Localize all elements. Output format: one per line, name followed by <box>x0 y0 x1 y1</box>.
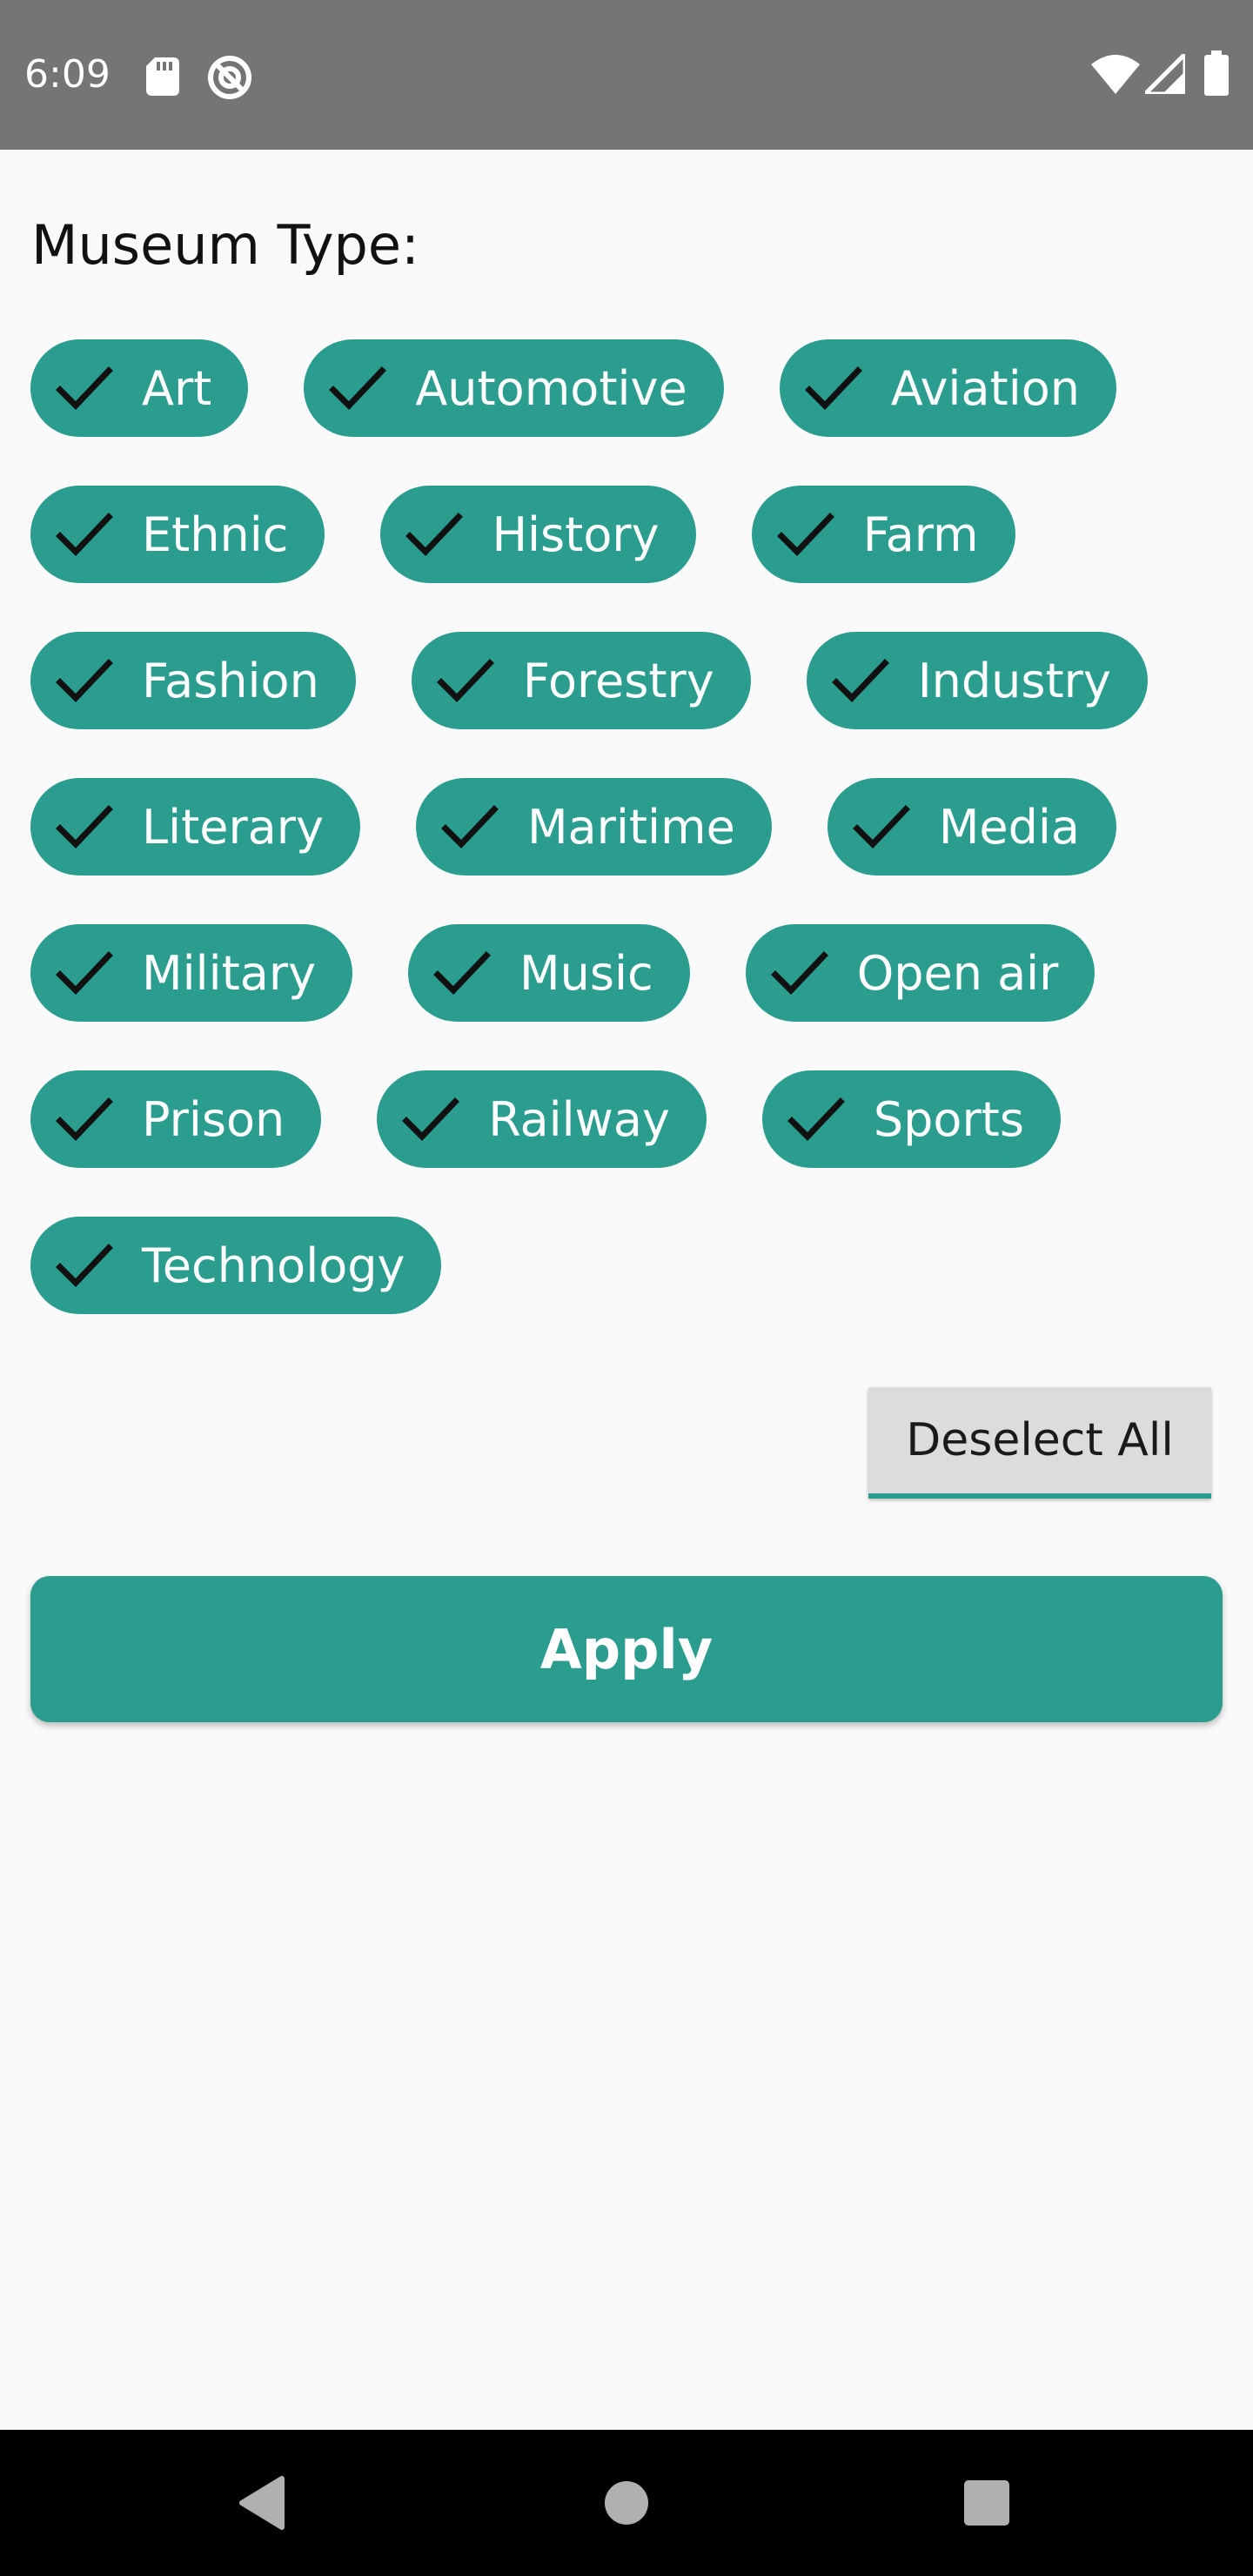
cellular-signal-icon <box>1145 54 1185 94</box>
chip-row: Ethnic History Farm <box>30 486 1015 583</box>
museum-type-chip[interactable]: History <box>380 486 696 583</box>
chip-label: History <box>492 506 660 562</box>
checkmark-icon <box>56 1244 113 1288</box>
museum-type-title: Museum Type: <box>31 213 419 277</box>
checkmark-icon <box>56 1097 113 1142</box>
checkmark-icon <box>56 659 113 703</box>
chip-label: Open air <box>856 945 1059 1001</box>
chip-label: Media <box>938 799 1081 855</box>
museum-type-chip[interactable]: Technology <box>30 1217 442 1314</box>
chip-label: Industry <box>917 653 1111 708</box>
museum-type-chip[interactable]: Industry <box>806 632 1148 729</box>
chip-label: Art <box>142 360 212 416</box>
chip-row: Art Automotive Aviation <box>30 339 1116 437</box>
checkmark-icon <box>776 513 834 557</box>
wifi-icon <box>1091 55 1140 94</box>
museum-type-chip[interactable]: Maritime <box>415 778 772 875</box>
chip-label: Farm <box>862 506 979 562</box>
back-icon[interactable] <box>237 2475 285 2531</box>
chip-label: Sports <box>873 1091 1024 1147</box>
chip-row: Prison Railway Sports <box>30 1070 1061 1168</box>
recents-icon[interactable] <box>964 2480 1009 2526</box>
chip-row: Military Music Open air <box>30 924 1096 1022</box>
museum-type-chip[interactable]: Ethnic <box>30 486 325 583</box>
museum-type-chip[interactable]: Aviation <box>779 339 1116 437</box>
status-time: 6:09 <box>24 52 111 97</box>
status-bar: 6:09 <box>0 0 1253 150</box>
chip-label: Literary <box>142 799 324 855</box>
museum-type-chip[interactable]: Forestry <box>411 632 751 729</box>
chip-row: Technology <box>30 1217 442 1314</box>
museum-type-chip[interactable]: Farm <box>751 486 1015 583</box>
checkmark-icon <box>787 1097 845 1142</box>
chip-label: Fashion <box>142 653 319 708</box>
museum-type-chip[interactable]: Fashion <box>30 632 356 729</box>
battery-icon <box>1204 50 1229 96</box>
checkmark-icon <box>831 659 889 703</box>
museum-type-chip[interactable]: Railway <box>377 1070 707 1168</box>
checkmark-icon <box>405 513 464 557</box>
filter-screen: Museum Type: Art Automotive Aviation Ethnic… <box>0 150 1253 2430</box>
home-icon[interactable] <box>604 2480 649 2526</box>
chip-label: Technology <box>142 1238 405 1293</box>
museum-type-chip[interactable]: Literary <box>30 778 360 875</box>
checkmark-icon <box>56 513 113 557</box>
checkmark-icon <box>329 366 387 411</box>
checkmark-icon <box>770 951 828 996</box>
checkmark-icon <box>804 366 862 411</box>
checkmark-icon <box>433 951 491 996</box>
checkmark-icon <box>56 366 113 411</box>
checkmark-icon <box>440 805 499 849</box>
museum-type-chip[interactable]: Sports <box>761 1070 1061 1168</box>
navigation-bar <box>0 2430 1253 2576</box>
checkmark-icon <box>436 659 494 703</box>
museum-type-chip[interactable]: Military <box>30 924 353 1022</box>
chip-label: Music <box>519 945 653 1001</box>
chip-row: Fashion Forestry Industry <box>30 632 1148 729</box>
do-not-disturb-icon <box>208 56 251 99</box>
chip-row: Literary Maritime Media <box>30 778 1117 875</box>
chip-label: Prison <box>142 1091 285 1147</box>
museum-type-chip[interactable]: Open air <box>745 924 1096 1022</box>
sd-card-icon <box>146 57 179 96</box>
museum-type-chip[interactable]: Prison <box>30 1070 322 1168</box>
checkmark-icon <box>56 805 113 849</box>
checkmark-icon <box>402 1097 460 1142</box>
deselect-all-button[interactable]: Deselect All <box>868 1387 1211 1499</box>
chip-label: Railway <box>488 1091 670 1147</box>
apply-button[interactable]: Apply <box>30 1576 1223 1722</box>
museum-type-chip[interactable]: Media <box>827 778 1117 875</box>
checkmark-icon <box>56 951 113 996</box>
chip-label: Automotive <box>415 360 687 416</box>
museum-type-chip[interactable]: Art <box>30 339 249 437</box>
checkmark-icon <box>852 805 910 849</box>
chip-label: Forestry <box>522 653 714 708</box>
chip-label: Ethnic <box>142 506 289 562</box>
museum-type-chip[interactable]: Automotive <box>304 339 724 437</box>
museum-type-chip[interactable]: Music <box>408 924 690 1022</box>
chip-label: Maritime <box>526 799 735 855</box>
chip-label: Aviation <box>890 360 1080 416</box>
chip-label: Military <box>142 945 317 1001</box>
